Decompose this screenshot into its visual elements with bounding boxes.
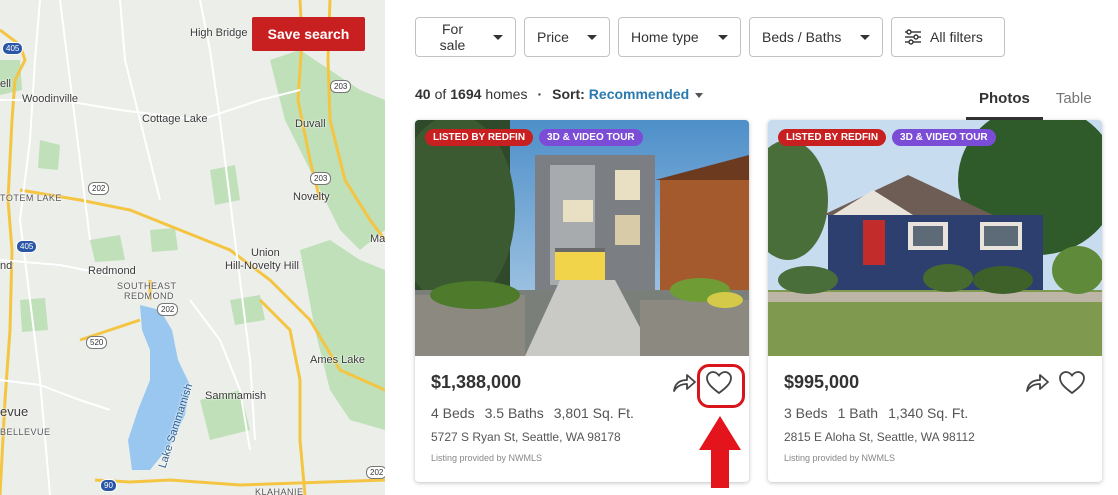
listing-address[interactable]: 2815 E Aloha St, Seattle, WA 98112	[784, 430, 1086, 444]
route-shield-203: 203	[330, 80, 352, 93]
heart-icon[interactable]	[1058, 370, 1086, 396]
map-label-totem-lake: TOTEM LAKE	[0, 193, 62, 203]
all-filters-button[interactable]: All filters	[891, 17, 1005, 57]
listing-stats: 3 Beds 1 Bath 1,340 Sq. Ft.	[784, 405, 1086, 421]
map-label-se-redmond-2: REDMOND	[124, 291, 174, 301]
map-label-woodinville: Woodinville	[22, 93, 79, 105]
map-label-redmond: Redmond	[88, 265, 136, 277]
filter-bar: For sale Price Home type Beds / Baths Al…	[415, 17, 1005, 57]
map-label-duvall: Duvall	[295, 118, 326, 130]
red-arrow-up-icon	[699, 416, 741, 488]
listing-actions	[671, 370, 733, 396]
results-summary: 40 of 1694 homes · Sort: Recommended	[415, 86, 704, 102]
tab-table[interactable]: Table	[1043, 82, 1105, 120]
map-label-union-hill: Hill-Novelty Hill	[225, 260, 299, 272]
map-label-bellevue-small: BELLEVUE	[0, 427, 51, 437]
listing-baths: 3.5 Baths	[484, 405, 544, 421]
sort-control[interactable]: Sort: Recommended	[552, 86, 704, 102]
home-type-filter[interactable]: Home type	[618, 17, 741, 57]
map-label-nd: nd	[0, 260, 13, 272]
route-shield-520: 520	[86, 336, 108, 349]
map-label-se-redmond-1: SOUTHEAST	[117, 281, 177, 291]
map-label-novelty: Novelty	[293, 191, 330, 203]
listing-badges: LISTED BY REDFIN 3D & VIDEO TOUR	[425, 129, 643, 146]
price-filter-label: Price	[537, 29, 569, 45]
modern-house-photo	[415, 120, 749, 356]
price-filter[interactable]: Price	[524, 17, 610, 57]
listed-by-redfin-badge: LISTED BY REDFIN	[425, 129, 534, 146]
listing-photo[interactable]: LISTED BY REDFIN 3D & VIDEO TOUR	[415, 120, 749, 356]
map-label-klahanie: KLAHANIE	[255, 487, 304, 495]
filter-sliders-icon	[905, 29, 921, 45]
map-label-bellevue: evue	[0, 404, 29, 419]
video-tour-badge: 3D & VIDEO TOUR	[892, 129, 996, 146]
map-label-cottage-lake: Cottage Lake	[142, 113, 208, 125]
for-sale-filter[interactable]: For sale	[415, 17, 516, 57]
map-label-union: Union	[251, 247, 280, 259]
map-label-sammamish: Sammamish	[205, 390, 267, 402]
tab-photos[interactable]: Photos	[966, 82, 1043, 120]
video-tour-badge: 3D & VIDEO TOUR	[539, 129, 643, 146]
route-shield-202: 202	[88, 182, 110, 195]
listing-actions	[1024, 370, 1086, 396]
map-label-ma: Ma	[370, 233, 385, 245]
map-label-high-bridge: High Bridge	[190, 27, 248, 39]
results-total-count: 1694	[450, 86, 482, 102]
share-icon[interactable]	[1024, 371, 1050, 395]
all-filters-label: All filters	[930, 29, 983, 45]
separator-dot: ·	[537, 86, 543, 102]
listing-sqft: 3,801 Sq. Ft.	[553, 405, 634, 421]
chevron-down-icon	[695, 92, 704, 98]
listing-sqft: 1,340 Sq. Ft.	[888, 405, 969, 421]
sort-label: Sort:	[552, 86, 585, 102]
chevron-down-icon	[860, 34, 870, 40]
listing-badges: LISTED BY REDFIN 3D & VIDEO TOUR	[778, 129, 996, 146]
listing-provider: Listing provided by NWMLS	[431, 453, 543, 463]
share-icon[interactable]	[671, 371, 697, 395]
save-search-button[interactable]: Save search	[252, 17, 365, 51]
listing-address[interactable]: 5727 S Ryan St, Seattle, WA 98178	[431, 430, 733, 444]
map-label-ell: ell	[0, 78, 12, 90]
chevron-down-icon	[718, 34, 728, 40]
route-shield-202: 202	[366, 466, 385, 479]
results-homes: homes	[485, 86, 528, 102]
view-tabs: Photos Table	[966, 82, 1105, 120]
sort-value: Recommended	[588, 86, 690, 102]
listing-baths: 1 Bath	[837, 405, 879, 421]
listing-beds: 4 Beds	[431, 405, 475, 421]
route-shield-203: 203	[310, 172, 332, 185]
beds-baths-filter-label: Beds / Baths	[762, 29, 842, 45]
results-shown-count: 40	[415, 86, 431, 102]
listing-photo[interactable]: LISTED BY REDFIN 3D & VIDEO TOUR	[768, 120, 1102, 356]
craftsman-house-photo	[768, 120, 1102, 356]
beds-baths-filter[interactable]: Beds / Baths	[749, 17, 883, 57]
route-shield-90: 90	[100, 479, 117, 492]
listing-stats: 4 Beds 3.5 Baths 3,801 Sq. Ft.	[431, 405, 733, 421]
chevron-down-icon	[587, 34, 597, 40]
listed-by-redfin-badge: LISTED BY REDFIN	[778, 129, 887, 146]
listing-provider: Listing provided by NWMLS	[784, 453, 896, 463]
home-type-filter-label: Home type	[631, 29, 699, 45]
route-shield-202: 202	[157, 303, 179, 316]
chevron-down-icon	[493, 34, 503, 40]
map[interactable]: High Bridge Woodinville Cottage Lake Duv…	[0, 0, 385, 495]
route-shield-405: 405	[16, 240, 38, 253]
listing-info: $995,000 3 Beds 1 Bath 1,340 Sq. Ft. 281…	[768, 356, 1102, 463]
for-sale-filter-label: For sale	[439, 21, 466, 53]
results-of: of	[434, 86, 447, 102]
route-shield-405: 405	[2, 42, 24, 55]
heart-icon[interactable]	[705, 370, 733, 396]
map-canvas	[0, 0, 385, 495]
map-label-ames-lake: Ames Lake	[310, 354, 366, 366]
listing-beds: 3 Beds	[784, 405, 828, 421]
listing-card[interactable]: LISTED BY REDFIN 3D & VIDEO TOUR $995,00…	[768, 120, 1102, 482]
